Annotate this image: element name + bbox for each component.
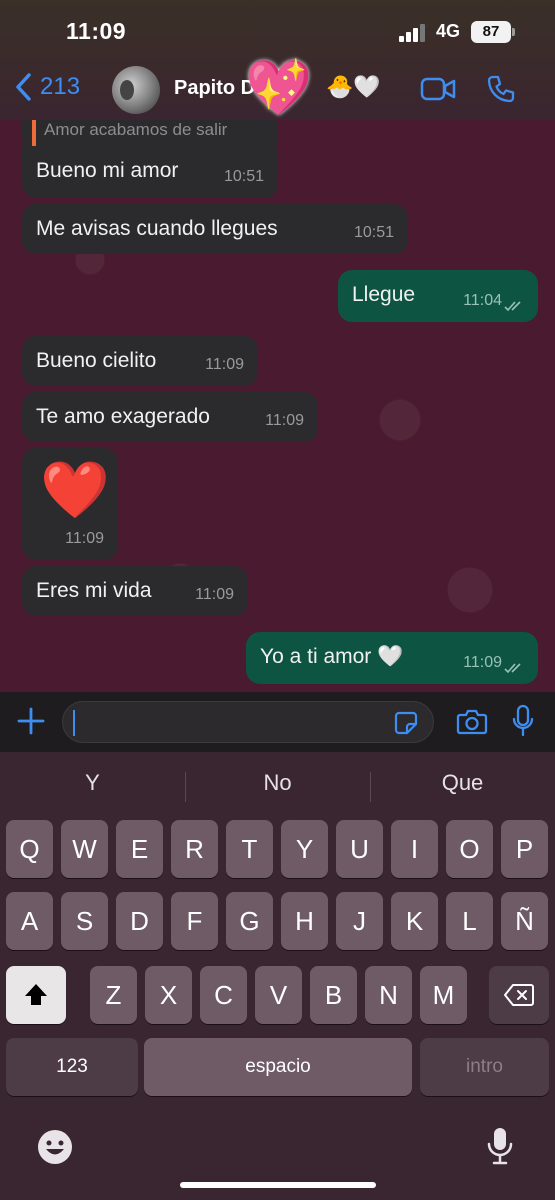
sticker-icon[interactable] [393, 710, 419, 736]
message-bubble[interactable]: Bueno mi amor 10:51 [22, 146, 278, 198]
suggestion-3[interactable]: Que [370, 770, 555, 796]
message-text: Me avisas cuando llegues [36, 217, 278, 240]
key[interactable]: E [116, 820, 163, 878]
message-time: 11:09 [65, 530, 104, 547]
battery-icon: 87 [471, 21, 511, 43]
message-time: 11:09 [463, 654, 502, 671]
key[interactable]: Ñ [501, 892, 548, 950]
network-label: 4G [436, 21, 461, 41]
key[interactable]: T [226, 820, 273, 878]
key[interactable]: P [501, 820, 548, 878]
key[interactable]: O [446, 820, 493, 878]
key[interactable]: W [61, 820, 108, 878]
status-time: 11:09 [66, 18, 127, 44]
message-time: 11:09 [195, 586, 234, 603]
message-text: Te amo exagerado [36, 405, 210, 428]
keyboard: Y No Que Q W E R T Y U I O P A S D F G H… [0, 752, 555, 1200]
microphone-icon[interactable] [512, 704, 534, 738]
text-caret [73, 710, 75, 736]
heart-sticker: 💖 [245, 58, 313, 118]
name-emojis: 🐣🤍 [326, 74, 381, 99]
key[interactable]: A [6, 892, 53, 950]
message-time: 10:51 [353, 224, 394, 241]
unread-count: 213 [40, 73, 81, 100]
top-bar: 11:09 4G 87 213 Papito D 💖 🐣🤍 [0, 0, 555, 120]
key[interactable]: F [171, 892, 218, 950]
message-bubble[interactable]: Yo a ti amor 🤍 11:09 [246, 632, 538, 684]
quoted-text: Amor acabamos de salir [44, 120, 228, 139]
space-key[interactable]: espacio [144, 1038, 412, 1096]
signal-icon [399, 24, 425, 42]
contact-avatar[interactable] [112, 66, 160, 114]
key[interactable]: K [391, 892, 438, 950]
key[interactable]: V [255, 966, 302, 1024]
message-text: Bueno mi amor [36, 159, 179, 182]
key[interactable]: Y [281, 820, 328, 878]
key[interactable]: U [336, 820, 383, 878]
key[interactable]: B [310, 966, 357, 1024]
message-time: 11:04 [463, 292, 502, 309]
message-bubble[interactable]: Bueno cielito 11:09 [22, 336, 258, 386]
message-text: Llegue [352, 283, 416, 306]
read-ticks-icon [504, 663, 521, 674]
message-text: Bueno cielito [36, 349, 157, 372]
numbers-key[interactable]: 123 [6, 1038, 138, 1096]
suggestion-2[interactable]: No [185, 770, 370, 796]
key[interactable]: G [226, 892, 273, 950]
heart-emoji: ❤️ [40, 458, 110, 521]
suggestion-1[interactable]: Y [0, 770, 185, 796]
camera-icon[interactable] [456, 708, 488, 736]
backspace-key[interactable] [489, 966, 549, 1024]
key[interactable]: C [200, 966, 247, 1024]
message-time: 11:09 [205, 356, 244, 373]
message-time: 10:51 [223, 168, 264, 185]
read-ticks-icon [504, 301, 521, 312]
key[interactable]: M [420, 966, 467, 1024]
message-input-bar [0, 692, 555, 752]
battery-cap [512, 28, 515, 36]
shift-key[interactable] [6, 966, 66, 1024]
message-bubble[interactable]: Te amo exagerado 11:09 [22, 392, 318, 442]
message-bubble[interactable]: Eres mi vida 11:09 [22, 566, 248, 616]
phone-icon[interactable] [486, 74, 516, 104]
message-time: 11:09 [265, 412, 304, 429]
message-bubble[interactable]: Me avisas cuando llegues 10:51 [22, 204, 408, 254]
chat-area[interactable]: Amor acabamos de salir Bueno mi amor 10:… [0, 120, 555, 692]
plus-icon[interactable] [16, 706, 46, 736]
shift-arrow-icon [25, 984, 47, 1005]
home-indicator[interactable] [180, 1182, 376, 1188]
return-key[interactable]: intro [420, 1038, 549, 1096]
key[interactable]: Z [90, 966, 137, 1024]
message-text: Yo a ti amor 🤍 [260, 645, 404, 668]
key[interactable]: Q [6, 820, 53, 878]
key[interactable]: J [336, 892, 383, 950]
key[interactable]: H [281, 892, 328, 950]
key[interactable]: L [446, 892, 493, 950]
video-call-icon[interactable] [420, 76, 456, 102]
message-bubble[interactable]: Llegue 11:04 [338, 270, 538, 322]
message-text: Eres mi vida [36, 579, 152, 602]
contact-name[interactable]: Papito D [174, 77, 255, 100]
key[interactable]: I [391, 820, 438, 878]
chevron-left-icon [16, 73, 31, 101]
message-bubble[interactable]: ❤️ 11:09 [22, 448, 118, 560]
message-input[interactable] [62, 701, 434, 743]
back-button[interactable]: 213 [14, 72, 80, 102]
dictation-microphone-icon[interactable] [486, 1126, 514, 1166]
key[interactable]: R [171, 820, 218, 878]
key[interactable]: D [116, 892, 163, 950]
key[interactable]: S [61, 892, 108, 950]
backspace-icon [504, 984, 534, 1006]
key[interactable]: X [145, 966, 192, 1024]
emoji-icon[interactable] [36, 1128, 74, 1166]
key[interactable]: N [365, 966, 412, 1024]
